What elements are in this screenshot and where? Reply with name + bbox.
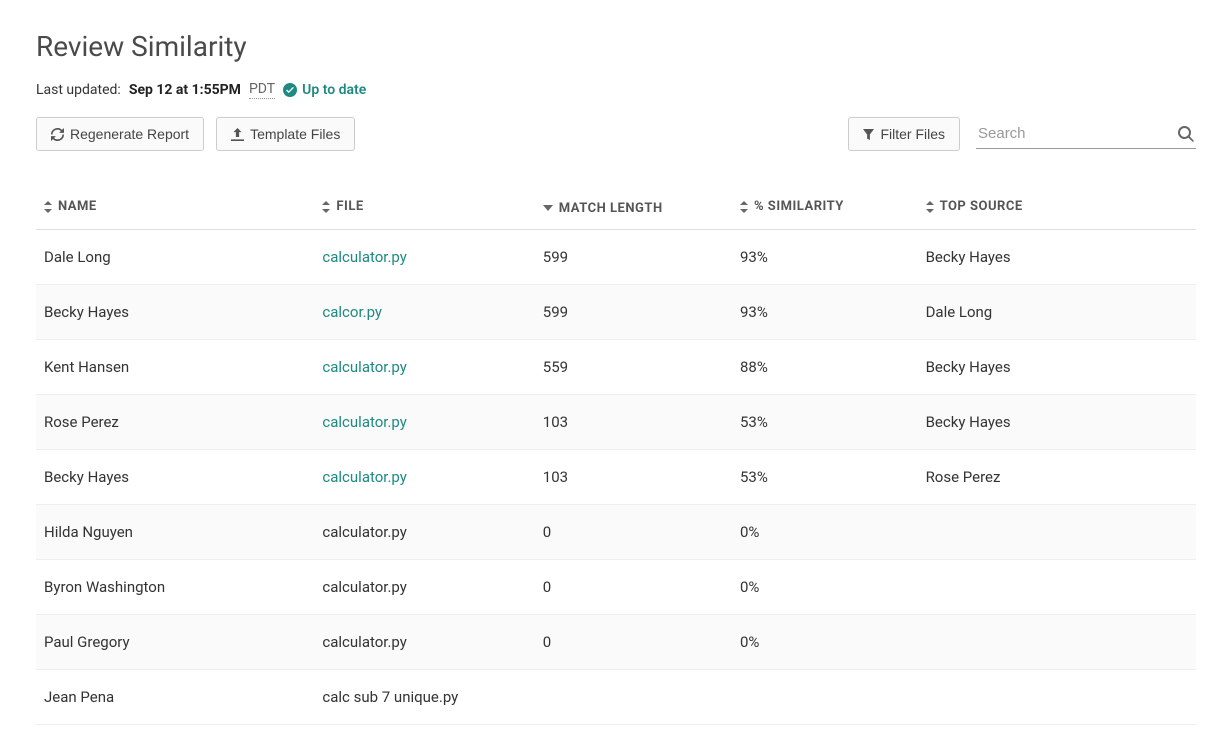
- table-row: Rose Perezcalculator.py10353%Becky Hayes: [36, 394, 1196, 449]
- column-header-source[interactable]: TOP SOURCE: [926, 199, 1023, 214]
- cell-top-source: [918, 614, 1196, 669]
- refresh-icon: [51, 128, 64, 141]
- table-header-row: NAME FILE MATCH LENGTH % SIMILARITY: [36, 187, 1196, 229]
- cell-match-length: 103: [535, 394, 732, 449]
- column-header-similarity[interactable]: % SIMILARITY: [740, 199, 844, 214]
- table-row: Kent Hansencalculator.py55988%Becky Haye…: [36, 339, 1196, 394]
- page-title: Review Similarity: [36, 30, 1196, 63]
- cell-name: Kent Hansen: [36, 339, 314, 394]
- toolbar-right: Filter Files: [848, 117, 1196, 151]
- cell-name: Dale Long: [36, 229, 314, 284]
- column-match-label: MATCH LENGTH: [559, 201, 663, 216]
- cell-top-source: [918, 669, 1196, 724]
- cell-similarity: [732, 669, 918, 724]
- cell-match-length: [535, 669, 732, 724]
- cell-match-length: 0: [535, 614, 732, 669]
- cell-file: calculator.py: [314, 559, 534, 614]
- cell-similarity: 53%: [732, 394, 918, 449]
- cell-file[interactable]: calculator.py: [314, 449, 534, 504]
- cell-match-length: 599: [535, 284, 732, 339]
- cell-top-source: Rose Perez: [918, 449, 1196, 504]
- toolbar-left: Regenerate Report Template Files: [36, 117, 355, 151]
- search-field-wrap: [976, 119, 1196, 149]
- cell-name: Paul Gregory: [36, 614, 314, 669]
- cell-top-source: Dale Long: [918, 284, 1196, 339]
- table-row: Becky Hayescalculator.py10353%Rose Perez: [36, 449, 1196, 504]
- cell-file[interactable]: calcor.py: [314, 284, 534, 339]
- sort-icon: [926, 201, 934, 213]
- column-header-file[interactable]: FILE: [322, 199, 363, 214]
- filter-icon: [863, 129, 874, 140]
- cell-top-source: [918, 559, 1196, 614]
- cell-match-length: 0: [535, 559, 732, 614]
- cell-match-length: 559: [535, 339, 732, 394]
- cell-top-source: Becky Hayes: [918, 394, 1196, 449]
- table-row: Paul Gregorycalculator.py00%: [36, 614, 1196, 669]
- upload-icon: [231, 128, 244, 141]
- last-updated-tz: PDT: [249, 81, 275, 99]
- cell-similarity: 0%: [732, 614, 918, 669]
- column-file-label: FILE: [336, 199, 363, 214]
- cell-file[interactable]: calculator.py: [314, 229, 534, 284]
- search-input[interactable]: [976, 119, 1196, 149]
- cell-name: Hilda Nguyen: [36, 504, 314, 559]
- table-row: Dale Longcalculator.py59993%Becky Hayes: [36, 229, 1196, 284]
- last-updated-row: Last updated: Sep 12 at 1:55PM PDT Up to…: [36, 81, 1196, 99]
- template-files-button[interactable]: Template Files: [216, 117, 355, 151]
- cell-file: calc sub 7 unique.py: [314, 669, 534, 724]
- cell-similarity: 88%: [732, 339, 918, 394]
- cell-top-source: Becky Hayes: [918, 339, 1196, 394]
- cell-name: Becky Hayes: [36, 449, 314, 504]
- template-label: Template Files: [250, 126, 340, 142]
- column-header-match[interactable]: MATCH LENGTH: [543, 201, 663, 216]
- status-label: Up to date: [302, 82, 366, 98]
- cell-file: calculator.py: [314, 614, 534, 669]
- cell-file[interactable]: calculator.py: [314, 394, 534, 449]
- cell-name: Byron Washington: [36, 559, 314, 614]
- cell-file: calculator.py: [314, 504, 534, 559]
- regenerate-label: Regenerate Report: [70, 126, 189, 142]
- similarity-table: NAME FILE MATCH LENGTH % SIMILARITY: [36, 187, 1196, 725]
- cell-name: Rose Perez: [36, 394, 314, 449]
- sort-down-icon: [543, 205, 553, 211]
- check-circle-icon: [283, 83, 297, 97]
- filter-label: Filter Files: [880, 126, 945, 142]
- table-body: Dale Longcalculator.py59993%Becky HayesB…: [36, 229, 1196, 724]
- last-updated-label: Last updated:: [36, 82, 121, 98]
- status-badge: Up to date: [283, 82, 366, 98]
- cell-match-length: 103: [535, 449, 732, 504]
- table-row: Becky Hayescalcor.py59993%Dale Long: [36, 284, 1196, 339]
- cell-name: Becky Hayes: [36, 284, 314, 339]
- cell-match-length: 0: [535, 504, 732, 559]
- last-updated-date: Sep 12 at 1:55PM: [129, 82, 241, 98]
- search-icon[interactable]: [1178, 126, 1194, 142]
- column-name-label: NAME: [58, 199, 97, 214]
- column-similarity-label: % SIMILARITY: [754, 199, 844, 214]
- toolbar: Regenerate Report Template Files Filter …: [36, 117, 1196, 151]
- cell-similarity: 93%: [732, 229, 918, 284]
- cell-file[interactable]: calculator.py: [314, 339, 534, 394]
- regenerate-report-button[interactable]: Regenerate Report: [36, 117, 204, 151]
- cell-similarity: 53%: [732, 449, 918, 504]
- cell-similarity: 93%: [732, 284, 918, 339]
- sort-icon: [44, 201, 52, 213]
- column-header-name[interactable]: NAME: [44, 199, 97, 214]
- sort-icon: [322, 201, 330, 213]
- table-row: Jean Penacalc sub 7 unique.py: [36, 669, 1196, 724]
- table-row: Hilda Nguyencalculator.py00%: [36, 504, 1196, 559]
- cell-top-source: Becky Hayes: [918, 229, 1196, 284]
- sort-icon: [740, 201, 748, 213]
- cell-similarity: 0%: [732, 504, 918, 559]
- cell-name: Jean Pena: [36, 669, 314, 724]
- cell-top-source: [918, 504, 1196, 559]
- cell-similarity: 0%: [732, 559, 918, 614]
- cell-match-length: 599: [535, 229, 732, 284]
- column-source-label: TOP SOURCE: [940, 199, 1023, 214]
- table-row: Byron Washingtoncalculator.py00%: [36, 559, 1196, 614]
- filter-files-button[interactable]: Filter Files: [848, 117, 960, 151]
